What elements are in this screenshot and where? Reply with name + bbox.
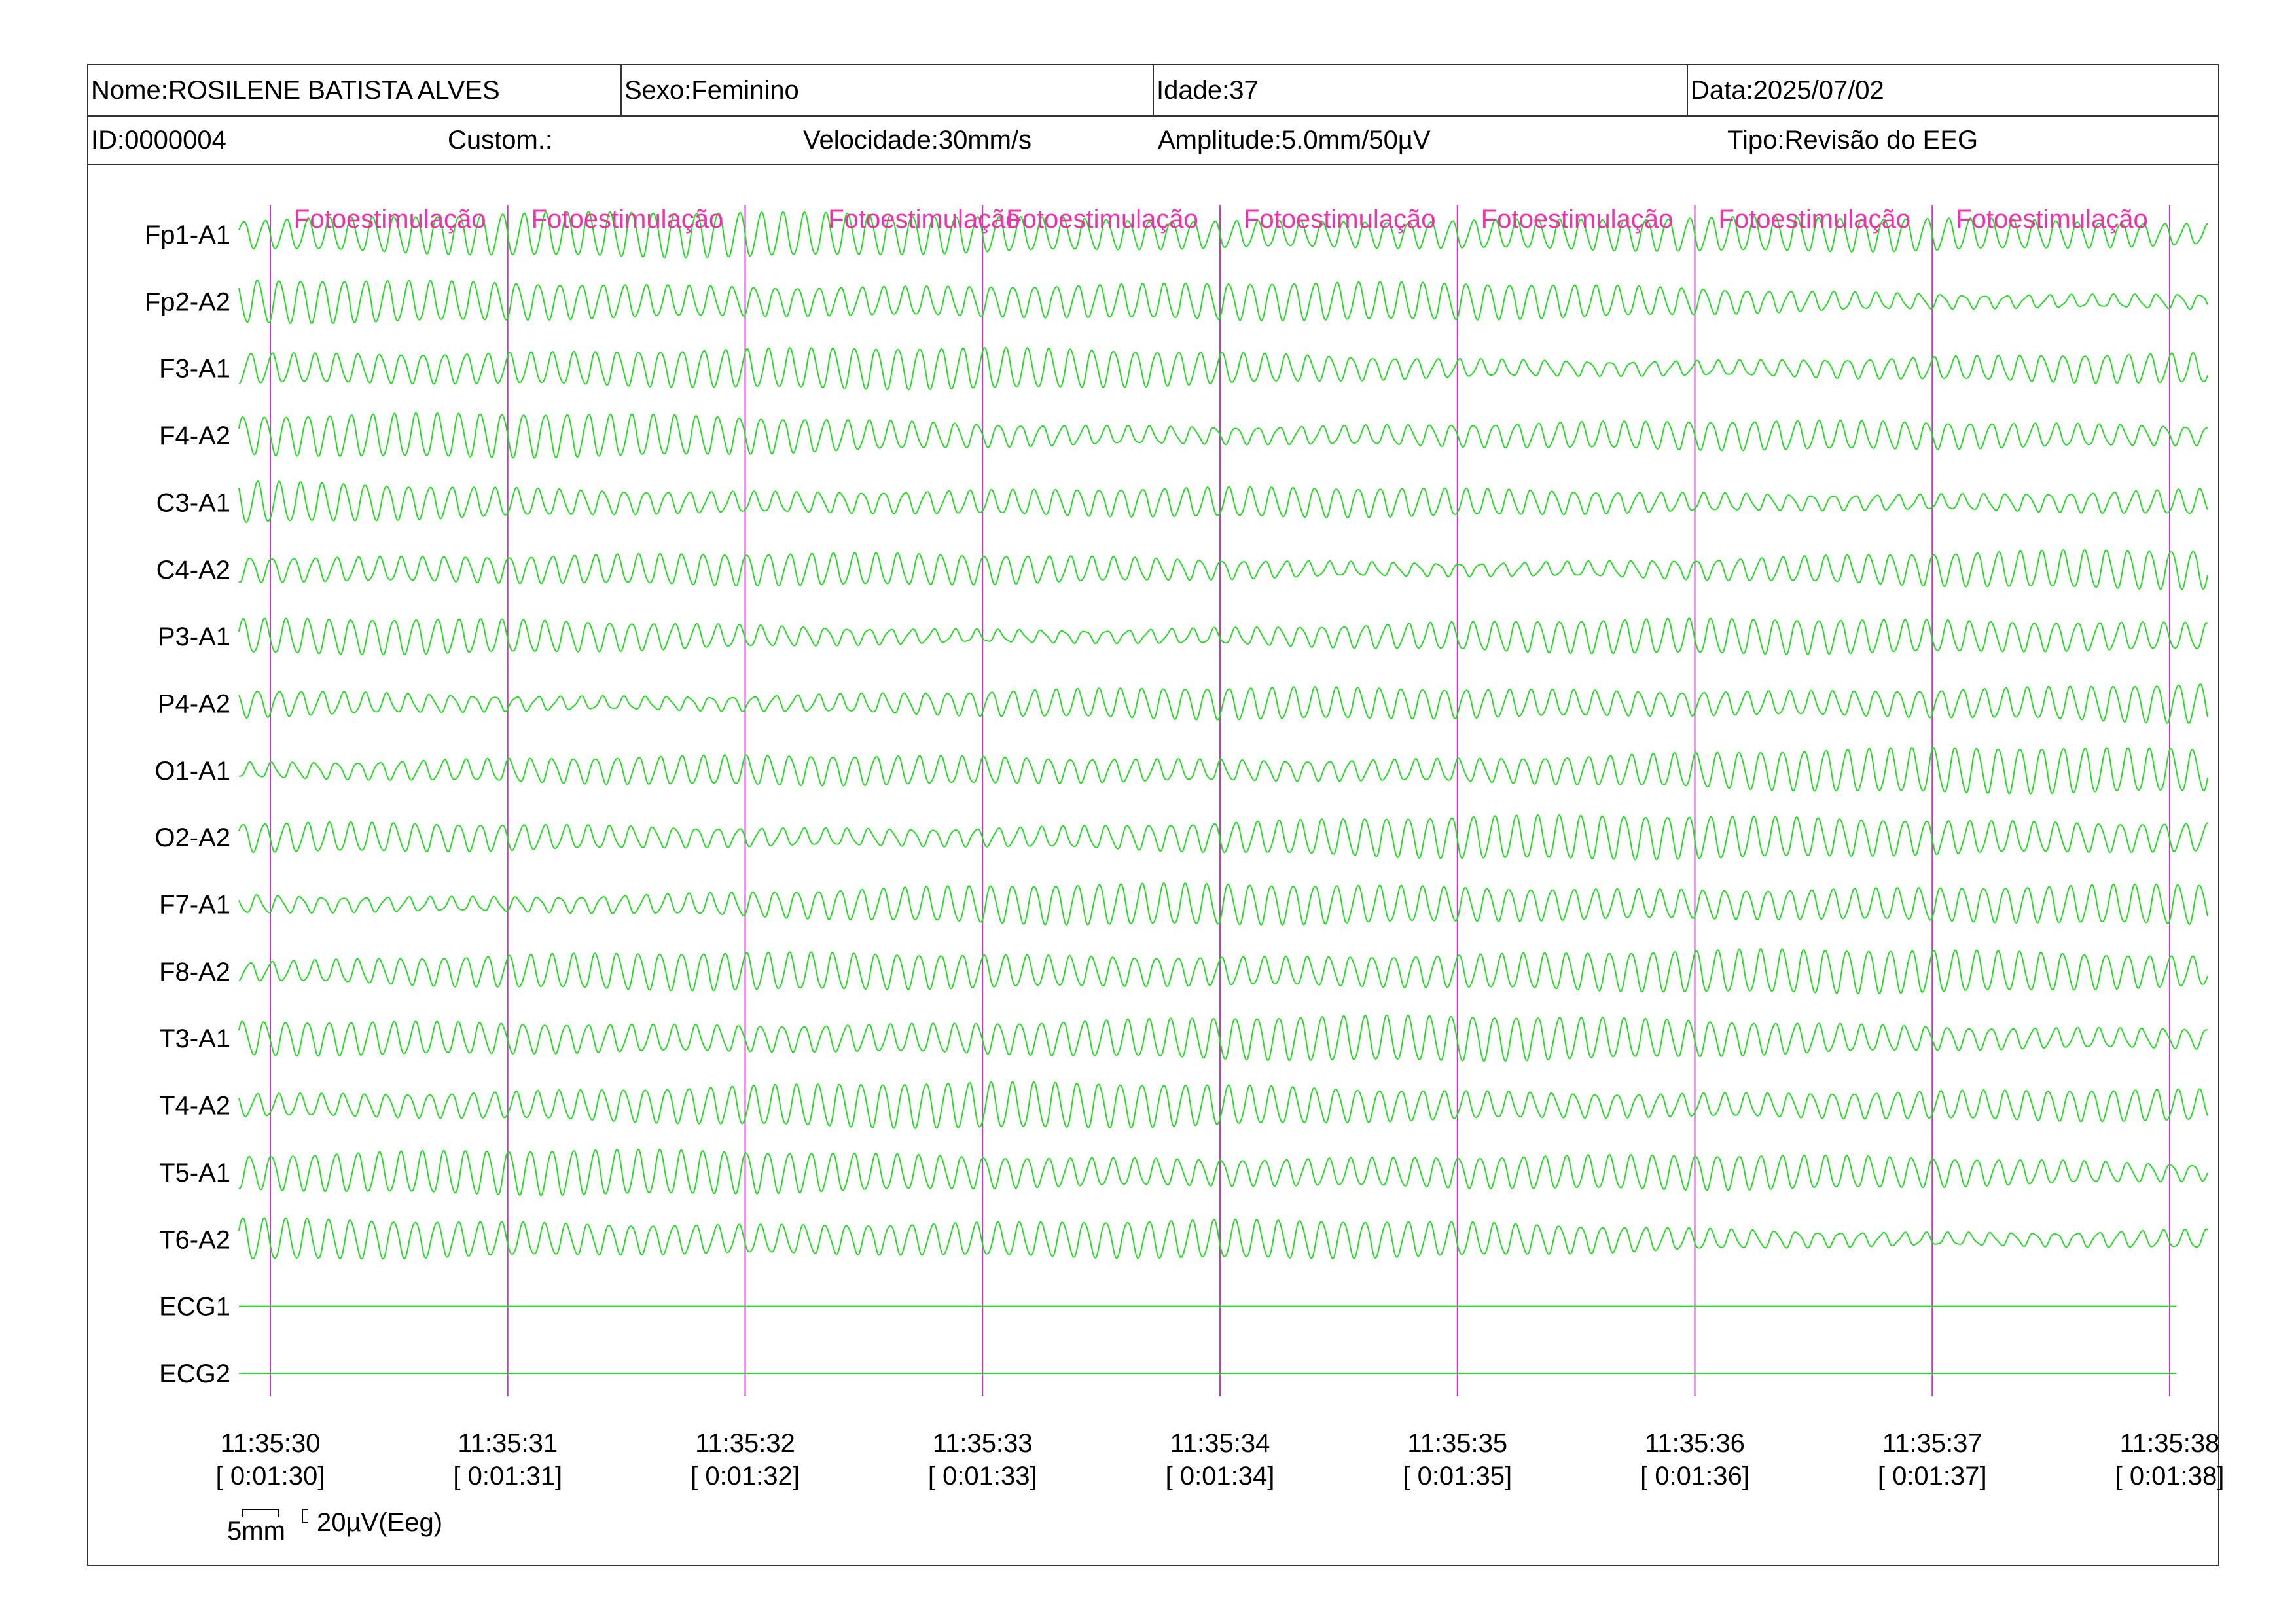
trace-o1-a1 — [239, 747, 2208, 795]
trace-c4-a2 — [238, 549, 2208, 590]
time-tick-elapsed-8: [ 0:01:38] — [2115, 1462, 2225, 1490]
time-tick-clock-4: 11:35:34 — [1170, 1429, 1270, 1458]
time-tick-clock-3: 11:35:33 — [933, 1429, 1033, 1458]
time-tick-clock-2: 11:35:32 — [695, 1429, 795, 1458]
event-label-7: Fotoestimulação — [1956, 205, 2147, 234]
time-tick-clock-0: 11:35:30 — [221, 1429, 321, 1458]
channel-label-t6-a2: T6-A2 — [159, 1225, 230, 1254]
event-label-layer: Fotoestimulação Fotoestimulação Fotoestimu… — [294, 205, 2148, 234]
channel-label-o1-a1: O1-A1 — [154, 757, 230, 785]
trace-t3-a1 — [238, 1014, 2208, 1062]
trace-fp2-a2 — [238, 280, 2208, 325]
channel-label-fp1-a1: Fp1-A1 — [145, 221, 230, 249]
event-label-5: Fotoestimulação — [1481, 205, 1673, 234]
time-tick-clock-8: 11:35:38 — [2120, 1429, 2220, 1458]
scale-bar-time-label: 5mm — [227, 1517, 285, 1545]
channel-label-o2-a2: O2-A2 — [154, 823, 230, 852]
channel-label-c3-a1: C3-A1 — [156, 488, 230, 517]
trace-f3-a1 — [239, 346, 2208, 391]
channel-label-p4-a2: P4-A2 — [158, 689, 230, 718]
trace-c3-a1 — [238, 480, 2208, 523]
event-label-4: Fotoestimulação — [1244, 205, 1435, 234]
time-tick-clock-7: 11:35:37 — [1882, 1429, 1982, 1458]
event-label-3: Fotoestimulação — [1006, 205, 1198, 234]
channel-label-ecg1: ECG1 — [159, 1293, 230, 1322]
trace-t6-a2 — [238, 1217, 2208, 1260]
trace-f4-a2 — [238, 412, 2208, 459]
trace-layer — [238, 211, 2208, 1374]
channel-label-p3-a1: P3-A1 — [158, 623, 230, 651]
trace-t4-a2 — [238, 1081, 2208, 1129]
event-label-1: Fotoestimulação — [531, 205, 723, 234]
time-tick-elapsed-5: [ 0:01:35] — [1403, 1462, 1512, 1490]
channel-label-f8-a2: F8-A2 — [159, 958, 230, 986]
scale-bar: 5mm 20µV(Eeg) — [227, 1508, 442, 1545]
time-tick-elapsed-1: [ 0:01:31] — [453, 1462, 562, 1490]
channel-label-c4-a2: C4-A2 — [156, 556, 230, 585]
time-tick-elapsed-3: [ 0:01:33] — [928, 1462, 1037, 1490]
time-tick-layer: 11:35:30 [ 0:01:30] 11:35:31 [ 0:01:31] 11:3… — [216, 1429, 2225, 1490]
eeg-trace-chart: Fp1-A1 Fp2-A2 F3-A1 F4-A2 C3-A1 C4-A2 P3-A1 P4-… — [145, 205, 2225, 1545]
event-label-0: Fotoestimulação — [294, 205, 486, 234]
event-label-9: Fotoestimulação — [828, 205, 1020, 234]
channel-label-layer: Fp1-A1 Fp2-A2 F3-A1 F4-A2 C3-A1 C4-A2 P3-A1 P4-… — [145, 221, 230, 1388]
channel-label-t5-a1: T5-A1 — [159, 1159, 230, 1187]
event-label-6: Fotoestimulação — [1719, 205, 1910, 234]
time-tick-elapsed-7: [ 0:01:37] — [1878, 1462, 1987, 1490]
channel-label-f3-a1: F3-A1 — [159, 355, 230, 384]
time-tick-elapsed-0: [ 0:01:30] — [216, 1462, 325, 1490]
trace-o2-a2 — [238, 814, 2208, 861]
channel-label-ecg2: ECG2 — [159, 1360, 230, 1388]
channel-label-f7-a1: F7-A1 — [159, 891, 230, 920]
trace-t5-a1 — [238, 1148, 2208, 1197]
time-tick-clock-6: 11:35:36 — [1645, 1429, 1745, 1458]
event-marker-layer — [270, 205, 2170, 1396]
channel-label-fp2-a2: Fp2-A2 — [145, 287, 230, 316]
time-tick-elapsed-4: [ 0:01:34] — [1166, 1462, 1275, 1490]
trace-f7-a1 — [238, 882, 2208, 926]
trace-p3-a1 — [238, 617, 2208, 656]
scale-bar-amplitude-label: 20µV(Eeg) — [317, 1508, 442, 1537]
trace-f8-a2 — [238, 948, 2208, 994]
trace-p4-a2 — [238, 683, 2208, 724]
scale-bar-amplitude-bracket — [302, 1509, 308, 1523]
channel-label-t4-a2: T4-A2 — [159, 1092, 230, 1121]
time-tick-clock-5: 11:35:35 — [1407, 1429, 1507, 1458]
channel-label-t3-a1: T3-A1 — [159, 1024, 230, 1053]
channel-label-f4-a2: F4-A2 — [159, 422, 230, 450]
time-tick-elapsed-6: [ 0:01:36] — [1640, 1462, 1749, 1490]
time-tick-elapsed-2: [ 0:01:32] — [691, 1462, 800, 1490]
time-tick-clock-1: 11:35:31 — [457, 1429, 558, 1458]
